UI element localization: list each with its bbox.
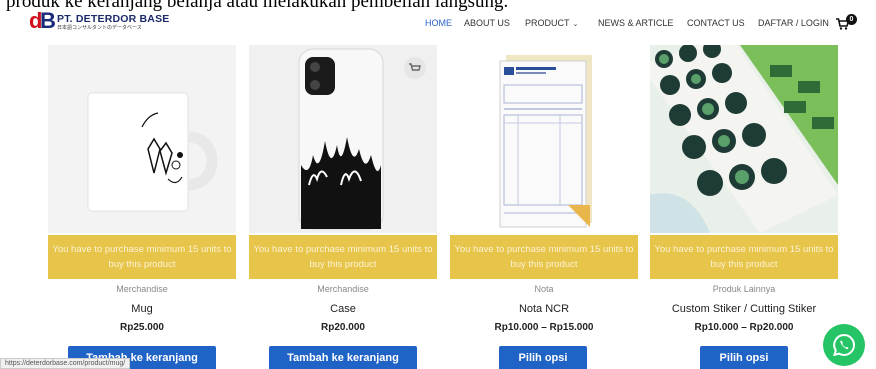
product-price: Rp10.000 – Rp20.000 — [694, 322, 794, 333]
min-purchase-notice: You have to purchase minimum 15 units to… — [450, 235, 638, 279]
product-price: Rp20.000 — [321, 322, 365, 333]
product-card: You have to purchase minimum 15 units to… — [48, 45, 236, 369]
product-price: Rp25.000 — [120, 322, 164, 333]
cart-button[interactable]: 0 — [836, 12, 857, 34]
nav-about-us[interactable]: ABOUT US — [464, 18, 510, 28]
logo[interactable]: dB PT. DETERDOR BASE 日本語コンサルタントのデータベース — [29, 10, 170, 34]
min-purchase-notice: You have to purchase minimum 15 units to… — [650, 235, 838, 279]
logo-tagline: 日本語コンサルタントのデータベース — [57, 25, 142, 31]
quick-add-cart-button[interactable] — [404, 57, 426, 79]
product-category[interactable]: Nota — [450, 284, 638, 294]
nav-product-label: PRODUCT — [525, 18, 570, 28]
product-card: You have to purchase minimum 15 units to… — [650, 45, 838, 369]
whatsapp-icon — [833, 333, 855, 357]
product-image-case[interactable] — [249, 45, 437, 233]
product-name[interactable]: Mug — [48, 303, 236, 315]
product-category[interactable]: Merchandise — [249, 284, 437, 294]
min-purchase-notice: You have to purchase minimum 15 units to… — [48, 235, 236, 279]
whatsapp-chat-button[interactable] — [823, 324, 865, 366]
nav-news-article[interactable]: NEWS & ARTICLE — [598, 18, 673, 28]
product-category[interactable]: Produk Lainnya — [650, 284, 838, 294]
site-header: dB PT. DETERDOR BASE 日本語コンサルタントのデータベース H… — [0, 0, 876, 42]
logo-mark: dB — [29, 8, 56, 33]
wishlist-cart-icon — [409, 63, 421, 71]
product-name[interactable]: Nota NCR — [450, 303, 638, 315]
product-image-stiker[interactable] — [650, 45, 838, 233]
select-options-button[interactable]: Pilih opsi — [499, 346, 587, 369]
product-name[interactable]: Case — [249, 303, 437, 315]
add-to-cart-button[interactable]: Tambah ke keranjang — [269, 346, 417, 369]
cart-count-badge: 0 — [846, 14, 857, 25]
nav-product[interactable]: PRODUCT ⌄ — [525, 18, 578, 28]
chevron-down-icon: ⌄ — [572, 21, 579, 28]
product-image-mug[interactable] — [48, 45, 236, 233]
min-purchase-notice: You have to purchase minimum 15 units to… — [249, 235, 437, 279]
product-card: You have to purchase minimum 15 units to… — [249, 45, 437, 369]
product-image-nota[interactable] — [450, 45, 638, 233]
product-category[interactable]: Merchandise — [48, 284, 236, 294]
select-options-button[interactable]: Pilih opsi — [700, 346, 788, 369]
nav-contact-us[interactable]: CONTACT US — [687, 18, 745, 28]
nav-daftar-login[interactable]: DAFTAR / LOGIN — [758, 18, 829, 28]
product-name[interactable]: Custom Stiker / Cutting Stiker — [650, 303, 838, 315]
logo-name: PT. DETERDOR BASE — [57, 13, 170, 25]
nav-home[interactable]: HOME — [425, 18, 452, 28]
product-price: Rp10.000 – Rp15.000 — [494, 322, 594, 333]
product-card: You have to purchase minimum 15 units to… — [450, 45, 638, 369]
status-bar-url: https://deterdorbase.com/product/mug/ — [0, 358, 131, 369]
